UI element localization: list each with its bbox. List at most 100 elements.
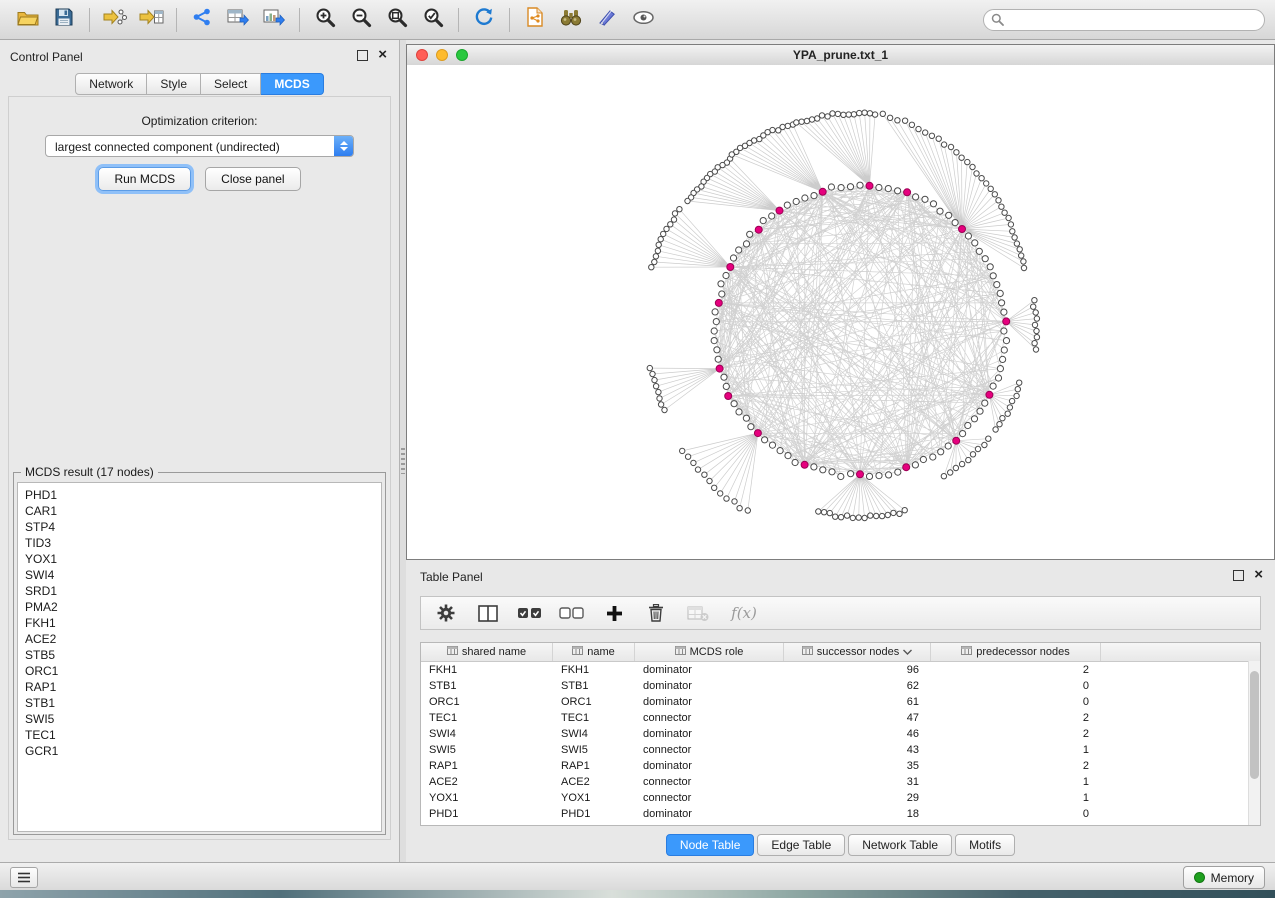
import-table-button[interactable]	[133, 5, 169, 35]
mcds-result-item[interactable]: SWI5	[25, 711, 374, 727]
mcds-result-item[interactable]: YOX1	[25, 551, 374, 567]
share-document-button[interactable]	[517, 5, 553, 35]
mcds-result-item[interactable]: RAP1	[25, 679, 374, 695]
apply-style-button[interactable]	[589, 5, 625, 35]
mcds-result-item[interactable]: ACE2	[25, 631, 374, 647]
mcds-result-item[interactable]: TID3	[25, 535, 374, 551]
table-row[interactable]: SWI4SWI4dominator462	[421, 726, 1260, 742]
new-network-button[interactable]	[184, 5, 220, 35]
search-network-button[interactable]	[553, 5, 589, 35]
show-panels-button[interactable]	[10, 867, 38, 888]
export-image-button[interactable]	[256, 5, 292, 35]
mcds-panel: Optimization criterion: largest connecte…	[8, 96, 391, 840]
column-icon	[447, 646, 458, 658]
cell-shared-name: RAP1	[421, 758, 553, 774]
maximize-window-icon[interactable]	[456, 49, 468, 61]
table-row[interactable]: FKH1FKH1dominator962	[421, 662, 1260, 678]
zoom-selected-icon	[423, 7, 444, 33]
mcds-result-item[interactable]: STB1	[25, 695, 374, 711]
tab-mcds[interactable]: MCDS	[261, 73, 323, 95]
zoom-fit-button[interactable]	[379, 5, 415, 35]
column-header-name[interactable]: name	[553, 643, 635, 661]
criterion-dropdown[interactable]: largest connected component (undirected)	[45, 135, 354, 157]
run-mcds-button[interactable]: Run MCDS	[98, 167, 191, 191]
mcds-result-item[interactable]: SWI4	[25, 567, 374, 583]
table-row[interactable]: RAP1RAP1dominator352	[421, 758, 1260, 774]
toolbar-separator	[176, 8, 177, 32]
tab-edge-table[interactable]: Edge Table	[757, 834, 845, 856]
import-table-icon	[139, 8, 164, 31]
new-table-button[interactable]	[220, 5, 256, 35]
memory-button[interactable]: Memory	[1183, 866, 1265, 889]
cell-predecessor-nodes: 1	[931, 774, 1101, 790]
tab-select[interactable]: Select	[201, 73, 261, 95]
table-row[interactable]: PHD1PHD1dominator180	[421, 806, 1260, 822]
column-header-successor-nodes[interactable]: successor nodes	[784, 643, 931, 661]
tab-network-table[interactable]: Network Table	[848, 834, 952, 856]
table-row[interactable]: TEC1TEC1connector472	[421, 710, 1260, 726]
mcds-result-item[interactable]: CAR1	[25, 503, 374, 519]
zoom-selected-button[interactable]	[415, 5, 451, 35]
tab-node-table[interactable]: Node Table	[666, 834, 755, 856]
cell-successor-nodes: 46	[784, 726, 931, 742]
network-canvas[interactable]	[407, 65, 1274, 559]
mcds-result-item[interactable]: STP4	[25, 519, 374, 535]
table-row[interactable]: YOX1YOX1connector291	[421, 790, 1260, 806]
table-row[interactable]: ACE2ACE2connector311	[421, 774, 1260, 790]
mcds-result-item[interactable]: TEC1	[25, 727, 374, 743]
tab-style[interactable]: Style	[147, 73, 201, 95]
table-mode-button[interactable]	[433, 600, 459, 626]
scrollbar-thumb[interactable]	[1250, 671, 1259, 779]
show-columns-button[interactable]	[475, 600, 501, 626]
mcds-result-item[interactable]: STB5	[25, 647, 374, 663]
close-window-icon[interactable]	[416, 49, 428, 61]
mcds-result-item[interactable]: PHD1	[25, 487, 374, 503]
select-all-columns-button[interactable]	[517, 600, 543, 626]
unselect-all-columns-button[interactable]	[559, 600, 585, 626]
mcds-result-item[interactable]: FKH1	[25, 615, 374, 631]
float-panel-icon[interactable]	[357, 50, 368, 61]
mcds-result-item[interactable]: PMA2	[25, 599, 374, 615]
cell-mcds-role: connector	[635, 774, 784, 790]
float-panel-icon[interactable]	[1233, 570, 1244, 581]
cell-predecessor-nodes: 1	[931, 742, 1101, 758]
network-graph[interactable]	[407, 65, 1274, 559]
column-header-mcds-role[interactable]: MCDS role	[635, 643, 784, 661]
control-panel: Control Panel × NetworkStyleSelectMCDS O…	[0, 40, 400, 862]
mcds-result-item[interactable]: ORC1	[25, 663, 374, 679]
dropdown-stepper-icon	[334, 136, 353, 156]
add-column-button[interactable]	[601, 600, 627, 626]
column-header-shared-name[interactable]: shared name	[421, 643, 553, 661]
refresh-layout-button[interactable]	[466, 5, 502, 35]
mcds-result-item[interactable]: SRD1	[25, 583, 374, 599]
table-row[interactable]: ORC1ORC1dominator610	[421, 694, 1260, 710]
table-row[interactable]: SWI5SWI5connector431	[421, 742, 1260, 758]
splitter-grip[interactable]	[401, 448, 405, 474]
network-window-titlebar[interactable]: YPA_prune.txt_1	[407, 45, 1274, 66]
mcds-result-item[interactable]: GCR1	[25, 743, 374, 759]
show-hide-button[interactable]	[625, 5, 661, 35]
cell-mcds-role: connector	[635, 710, 784, 726]
mcds-result-list[interactable]: PHD1CAR1STP4TID3YOX1SWI4SRD1PMA2FKH1ACE2…	[17, 482, 382, 832]
table-scrollbar[interactable]	[1248, 661, 1260, 825]
zoom-out-button[interactable]	[343, 5, 379, 35]
cell-name: YOX1	[553, 790, 635, 806]
save-session-button[interactable]	[46, 5, 82, 35]
close-panel-icon[interactable]: ×	[1254, 569, 1263, 581]
cell-filler	[1101, 662, 1260, 678]
column-header-predecessor-nodes[interactable]: predecessor nodes	[931, 643, 1101, 661]
minimize-window-icon[interactable]	[436, 49, 448, 61]
close-panel-icon[interactable]: ×	[378, 49, 387, 61]
search-input[interactable]	[983, 9, 1265, 31]
close-panel-button[interactable]: Close panel	[205, 167, 300, 191]
cell-filler	[1101, 742, 1260, 758]
cell-successor-nodes: 35	[784, 758, 931, 774]
delete-column-button[interactable]	[643, 600, 669, 626]
zoom-in-button[interactable]	[307, 5, 343, 35]
tab-network[interactable]: Network	[75, 73, 147, 95]
table-row[interactable]: STB1STB1dominator620	[421, 678, 1260, 694]
import-network-button[interactable]	[97, 5, 133, 35]
open-file-button[interactable]	[10, 5, 46, 35]
tab-motifs[interactable]: Motifs	[955, 834, 1015, 856]
toolbar-separator	[509, 8, 510, 32]
